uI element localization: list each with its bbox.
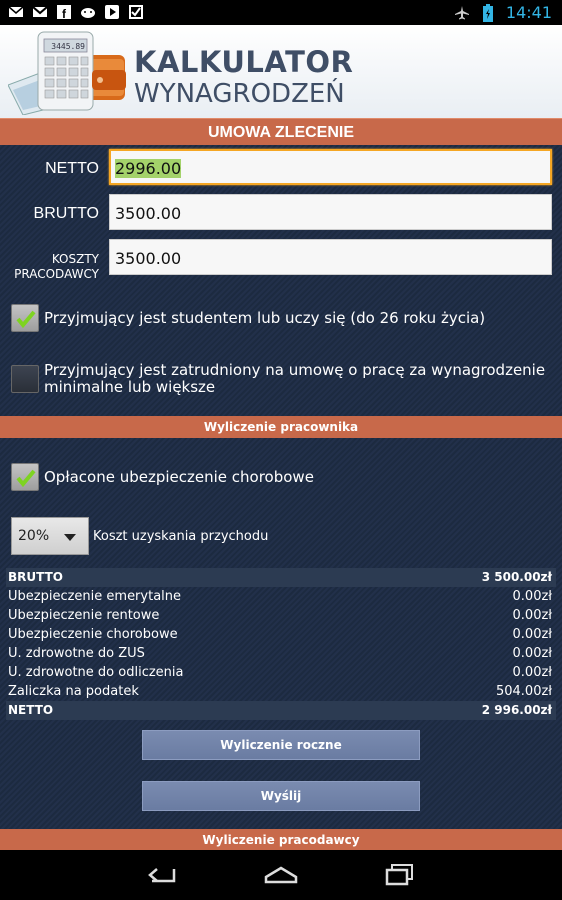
result-row: Zaliczka na podatek 504.00zł: [6, 682, 556, 701]
employed-checkbox[interactable]: [11, 365, 39, 393]
result-row: U. zdrowotne do ZUS 0.00zł: [6, 644, 556, 663]
recent-apps-icon[interactable]: [380, 860, 420, 890]
koszty-label: KOSZTY PRACODAWCY: [14, 252, 99, 282]
result-name: Zaliczka na podatek: [8, 684, 139, 699]
netto-label: NETTO: [45, 160, 99, 177]
employer-section-header: Wyliczenie pracodawcy: [0, 829, 562, 851]
brutto-input[interactable]: 3500.00: [109, 194, 552, 230]
dropdown-arrow-icon: [64, 534, 76, 541]
sickness-insurance-checkbox[interactable]: [11, 463, 39, 491]
result-row: Ubezpieczenie emerytalne 0.00zł: [6, 587, 556, 606]
svg-text:3445.89: 3445.89: [51, 42, 85, 51]
result-value: 2 996.00zł: [481, 703, 552, 717]
calculator-logo-icon: 3445.89: [7, 30, 128, 116]
koszty-input[interactable]: 3500.00: [109, 239, 552, 275]
result-name: U. zdrowotne do ZUS: [8, 646, 145, 661]
koszty-label-line2: PRACODAWCY: [14, 267, 99, 281]
app-title-line2: WYNAGRODZEŃ: [134, 79, 345, 109]
airplane-icon: [454, 5, 470, 21]
netto-input[interactable]: 2996.00: [109, 149, 552, 185]
student-checkbox[interactable]: [11, 304, 39, 332]
status-time: 14:41: [505, 3, 552, 22]
android-icon: [80, 4, 96, 20]
employed-checkbox-label: Przyjmujący jest zatrudniony na umowę o …: [44, 362, 545, 396]
contract-type-header: UMOWA ZLECENIE: [0, 118, 562, 145]
app-header: 3445.89 KALKULATOR WYNAGRODZEŃ: [0, 25, 562, 118]
check-icon: [16, 310, 36, 329]
result-name: Ubezpieczenie emerytalne: [8, 589, 182, 604]
play-icon: [104, 4, 120, 20]
result-row: BRUTTO 3 500.00zł: [6, 568, 556, 587]
navigation-bar: [0, 850, 562, 900]
result-value: 0.00zł: [512, 627, 552, 642]
send-button[interactable]: Wyślij: [142, 781, 420, 811]
cost-percentage-spinner[interactable]: 20%: [11, 517, 89, 555]
result-row: NETTO 2 996.00zł: [6, 701, 556, 720]
sickness-insurance-label: Opłacone ubezpieczenie chorobowe: [44, 468, 314, 486]
check-icon: [16, 469, 36, 488]
employed-label-line1: Przyjmujący jest zatrudniony na umowę o …: [44, 361, 546, 379]
result-value: 0.00zł: [512, 589, 552, 604]
koszty-label-line1: KOSZTY: [51, 252, 99, 266]
employed-label-line2: minimalne lub większe: [44, 378, 216, 396]
cost-percentage-value: 20%: [18, 528, 50, 544]
result-row: U. zdrowotne do odliczenia 0.00zł: [6, 663, 556, 682]
status-bar: f 14:41: [0, 0, 562, 25]
result-name: Ubezpieczenie rentowe: [8, 608, 160, 623]
facebook-icon: f: [56, 4, 72, 20]
checkbox-icon: [128, 4, 144, 20]
result-row: Ubezpieczenie rentowe 0.00zł: [6, 606, 556, 625]
result-name: Ubezpieczenie chorobowe: [8, 627, 178, 642]
annual-calculation-button[interactable]: Wyliczenie roczne: [142, 730, 420, 760]
home-icon[interactable]: [261, 860, 301, 890]
back-icon[interactable]: [141, 860, 181, 890]
battery-icon: [480, 3, 496, 22]
email-icon: [8, 4, 24, 20]
app-title-line1: KALKULATOR: [134, 45, 354, 79]
result-value: 0.00zł: [512, 665, 552, 680]
result-name: NETTO: [8, 703, 54, 717]
employee-section-header: Wyliczenie pracownika: [0, 416, 562, 438]
cost-percentage-label: Koszt uzyskania przychodu: [93, 529, 269, 544]
result-value: 0.00zł: [512, 646, 552, 661]
result-name: U. zdrowotne do odliczenia: [8, 665, 184, 680]
netto-value: 2996.00: [115, 159, 182, 178]
brutto-label: BRUTTO: [33, 205, 99, 222]
result-value: 3 500.00zł: [481, 570, 552, 584]
student-checkbox-label: Przyjmujący jest studentem lub uczy się …: [44, 309, 486, 327]
gmail-icon: [32, 4, 48, 20]
result-value: 0.00zł: [512, 608, 552, 623]
result-row: Ubezpieczenie chorobowe 0.00zł: [6, 625, 556, 644]
result-value: 504.00zł: [495, 684, 552, 699]
result-name: BRUTTO: [8, 570, 63, 584]
